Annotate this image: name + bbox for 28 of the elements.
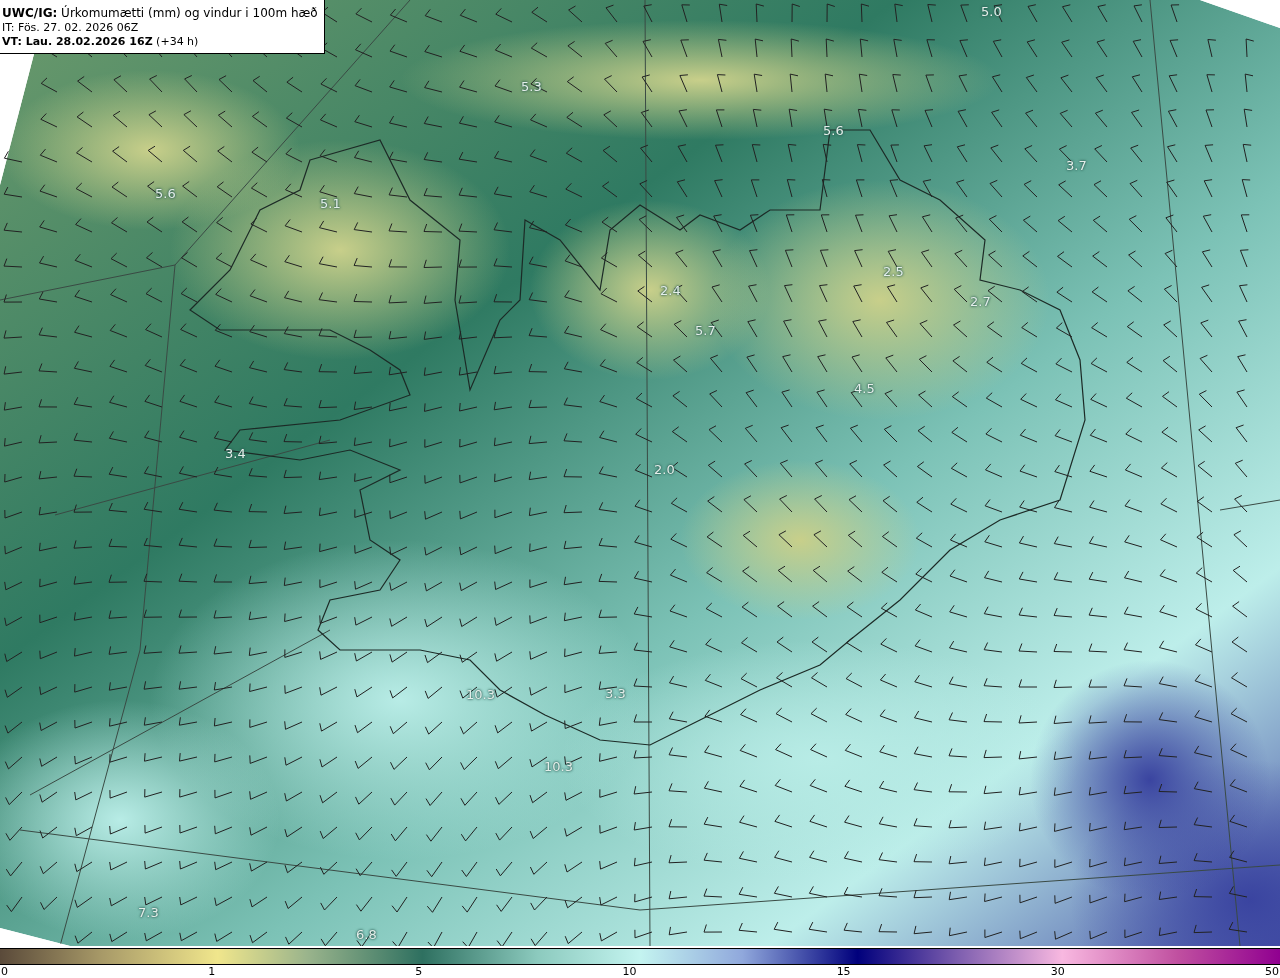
value-label: 5.1 (320, 196, 341, 211)
value-label: 6.8 (356, 927, 377, 942)
value-label: 5.6 (155, 186, 176, 201)
value-label: 5.0 (981, 4, 1002, 19)
value-label: 7.3 (138, 905, 159, 920)
value-label: 5.7 (695, 323, 716, 338)
valid-time: VT: Lau. 28.02.2026 16Z (+34 h) (2, 35, 200, 49)
value-label: 2.0 (654, 462, 675, 477)
value-label: 3.4 (225, 446, 246, 461)
colorbar-tick-label: 50 (1264, 965, 1279, 978)
value-label: 2.4 (660, 283, 681, 298)
value-label: 4.5 (854, 381, 875, 396)
value-label: 3.7 (1066, 158, 1087, 173)
colorbar-tick-label: 10 (622, 965, 637, 978)
value-label: 2.7 (970, 294, 991, 309)
issue-time: IT: Fös. 27. 02. 2026 06Z (2, 21, 140, 35)
value-label: 5.6 (823, 123, 844, 138)
value-label: 2.5 (883, 264, 904, 279)
value-label: 10.3 (544, 759, 573, 774)
colorbar-tick-label: 15 (836, 965, 851, 978)
colorbar-tick-label: 0 (1, 965, 8, 978)
colorbar-tick-label: 1 (208, 965, 216, 978)
value-label: 10.3 (466, 687, 495, 702)
colorbar-tick-label: 5 (415, 965, 423, 978)
colorbar-tick-label: 30 (1050, 965, 1065, 978)
value-label: 3.3 (605, 686, 626, 701)
value-label: 5.3 (521, 79, 542, 94)
map-title: UWC/IG: Úrkomumætti (mm) og vindur i 100m hæð (2, 5, 318, 21)
